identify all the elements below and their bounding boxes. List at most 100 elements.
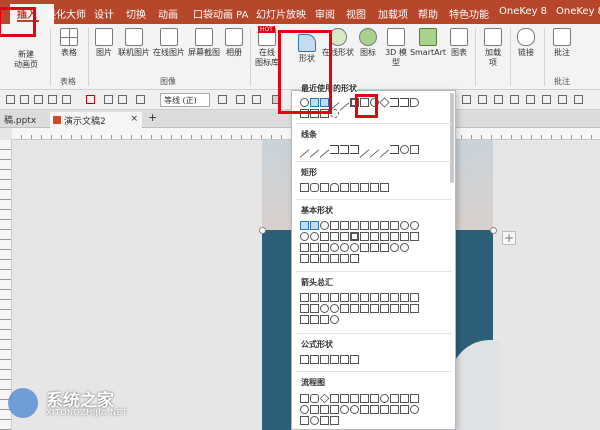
shape-arrow-ud[interactable]: [350, 293, 359, 302]
align-center-icon[interactable]: [20, 95, 29, 104]
arrange-icon[interactable]: [462, 95, 471, 104]
shape-basic-22[interactable]: [390, 232, 399, 241]
align-top-icon[interactable]: [48, 95, 57, 104]
shape-basic-18[interactable]: [350, 232, 359, 241]
shape-arrow-curved-1[interactable]: [300, 304, 309, 313]
picture-button[interactable]: 图片: [92, 28, 116, 58]
shape-flow-internal[interactable]: [350, 394, 359, 403]
shape-flow-manual-input[interactable]: [400, 394, 409, 403]
shape-sun[interactable]: [390, 243, 399, 252]
shape-basic-6[interactable]: [350, 221, 359, 230]
tab-features[interactable]: 特色功能: [449, 6, 489, 21]
shape-flow-offpage[interactable]: [310, 405, 319, 414]
copy-format-icon[interactable]: [104, 95, 113, 104]
shape-basic-25[interactable]: [300, 243, 309, 252]
album-button[interactable]: 相册: [222, 28, 246, 58]
shape-bracket-1[interactable]: [300, 254, 309, 263]
shape-circular-arrow[interactable]: [330, 315, 339, 324]
shape-rect-1[interactable]: [300, 183, 309, 192]
shape-basic-20[interactable]: [370, 232, 379, 241]
shape-basic-19[interactable]: [360, 232, 369, 241]
resize-handle-top-left[interactable]: [259, 227, 266, 234]
shape-flow-magnetic[interactable]: [310, 416, 319, 425]
shape-basic-4[interactable]: [330, 221, 339, 230]
bring-forward-icon[interactable]: [558, 95, 567, 104]
shape-callout-ud[interactable]: [310, 315, 319, 324]
shape-line-1[interactable]: [300, 141, 309, 158]
shape-arrow-quad[interactable]: [360, 293, 369, 302]
addins-button[interactable]: 加载 项: [480, 28, 506, 68]
shape-basic-10[interactable]: [390, 221, 399, 230]
shape-basic-9[interactable]: [380, 221, 389, 230]
shape-basic-21[interactable]: [380, 232, 389, 241]
format-painter-icon[interactable]: [86, 95, 95, 104]
eraser-icon[interactable]: [136, 95, 145, 104]
shape-flow-decision[interactable]: [319, 393, 330, 404]
shape-brace-2[interactable]: [350, 254, 359, 263]
shape-flow-seq-access[interactable]: [300, 416, 309, 425]
shape-flow-alt-process[interactable]: [310, 394, 319, 403]
tab-beautify[interactable]: 美化大师: [46, 6, 86, 21]
shape-flow-merge[interactable]: [390, 405, 399, 414]
shape-multiply[interactable]: [320, 355, 329, 364]
shape-rect-6[interactable]: [350, 183, 359, 192]
online-icon-library-button[interactable]: 在线 图标库: [254, 28, 280, 68]
shape-arrow-striped[interactable]: [340, 304, 349, 313]
shape-basic-17[interactable]: [340, 232, 349, 241]
table-button[interactable]: 表格: [56, 28, 82, 58]
shape-arrow-bentup[interactable]: [410, 293, 419, 302]
tab-transition[interactable]: 切换: [126, 6, 146, 21]
shape-flow-predefined[interactable]: [340, 394, 349, 403]
shape-smiley[interactable]: [340, 243, 349, 252]
tab-onekey-2[interactable]: OneKey 8: [556, 6, 600, 17]
shape-arrow-up-block[interactable]: [320, 293, 329, 302]
shape-arrow-right[interactable]: [410, 98, 419, 107]
shape-basic-14[interactable]: [310, 232, 319, 241]
shape-rect-8[interactable]: [370, 183, 379, 192]
shape-flow-extract[interactable]: [380, 405, 389, 414]
shape-basic-13[interactable]: [300, 232, 309, 241]
shape-divide[interactable]: [330, 355, 339, 364]
shape-rect-3[interactable]: [320, 183, 329, 192]
shape-freeform[interactable]: [390, 145, 399, 154]
shape-arrow-right-block[interactable]: [300, 293, 309, 302]
shape-rect-4[interactable]: [330, 183, 339, 192]
distribute-v-icon[interactable]: [542, 95, 551, 104]
shape-curve-3[interactable]: [380, 141, 389, 158]
bullet-list-icon[interactable]: [236, 95, 245, 104]
send-backward-icon[interactable]: [574, 95, 583, 104]
shape-flow-preparation[interactable]: [390, 394, 399, 403]
shape-callout-lr[interactable]: [300, 315, 309, 324]
align-objects-icon[interactable]: [510, 95, 519, 104]
new-animation-page-button[interactable]: 新建 动画页: [6, 50, 46, 70]
shape-flow-terminator[interactable]: [380, 394, 389, 403]
shape-arrow-left-block[interactable]: [310, 293, 319, 302]
shape-scribble[interactable]: [400, 145, 409, 154]
shape-callout-left[interactable]: [400, 304, 409, 313]
shape-moon[interactable]: [400, 243, 409, 252]
shape-equal[interactable]: [340, 355, 349, 364]
icons-button[interactable]: 图标: [356, 28, 380, 58]
shape-callout-down[interactable]: [390, 304, 399, 313]
shape-bracket-2[interactable]: [310, 254, 319, 263]
online-picture-button[interactable]: 联机图片: [117, 28, 151, 58]
shape-heart[interactable]: [370, 243, 379, 252]
shape-rect-5[interactable]: [340, 183, 349, 192]
smartart-button[interactable]: SmartArt: [409, 28, 447, 58]
shape-flow-data[interactable]: [330, 394, 339, 403]
shape-curve-2[interactable]: [370, 141, 379, 158]
font-size-icon[interactable]: [218, 95, 227, 104]
slide-add-button[interactable]: +: [502, 231, 516, 245]
online-image-button[interactable]: 在线图片: [152, 28, 186, 58]
shape-basic-26[interactable]: [310, 243, 319, 252]
shape-basic-24[interactable]: [410, 232, 419, 241]
rotate-icon[interactable]: [494, 95, 503, 104]
shape-basic-11[interactable]: [400, 221, 409, 230]
shape-arrow-uturn[interactable]: [390, 293, 399, 302]
shape-basic-28[interactable]: [330, 243, 339, 252]
numbered-list-icon[interactable]: [252, 95, 261, 104]
shape-flow-manual-op[interactable]: [410, 394, 419, 403]
shape-minus[interactable]: [310, 355, 319, 364]
shape-rect-rounded[interactable]: [310, 183, 319, 192]
close-tab-icon[interactable]: ×: [130, 114, 138, 124]
